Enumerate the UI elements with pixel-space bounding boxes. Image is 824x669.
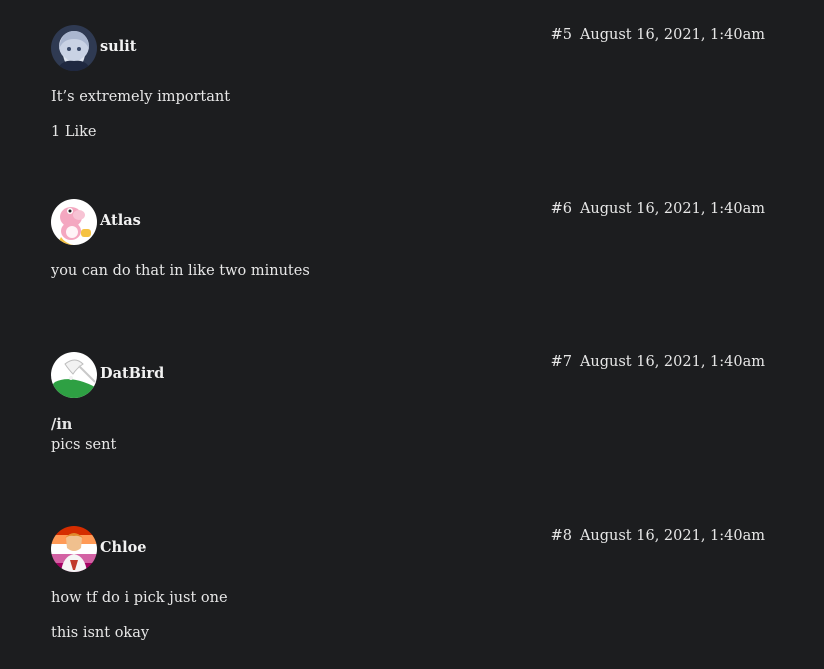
post-text: pics sent — [51, 437, 117, 454]
post-number[interactable]: #8 — [551, 528, 572, 544]
post-command: /in — [51, 416, 73, 433]
post-date[interactable]: August 16, 2021, 1:40am — [580, 201, 765, 217]
post-text: It’s extremely important — [51, 89, 231, 105]
post-body: how tf do i pick just one this isnt okay — [51, 588, 765, 644]
post-date[interactable]: August 16, 2021, 1:40am — [580, 27, 765, 43]
forum-thread: sulit #5 August 16, 2021, 1:40am It’s ext… — [0, 0, 824, 669]
post-date[interactable]: August 16, 2021, 1:40am — [580, 354, 765, 370]
post-number[interactable]: #6 — [551, 201, 572, 217]
pink-yoshi-avatar-icon[interactable] — [51, 199, 97, 245]
post-meta: #6 August 16, 2021, 1:40am — [551, 201, 765, 217]
post-text: how tf do i pick just one — [51, 590, 228, 606]
post-text: you can do that in like two minutes — [51, 263, 310, 279]
post-body: you can do that in like two minutes — [51, 261, 765, 282]
anime-character-avatar-icon[interactable] — [51, 25, 97, 71]
lesbian-flag-character-avatar-icon[interactable] — [51, 526, 97, 572]
username[interactable]: sulit — [100, 38, 136, 55]
post-number[interactable]: #5 — [551, 27, 572, 43]
post-7: DatBird #7 August 16, 2021, 1:40am /in pi… — [51, 352, 765, 456]
post-number[interactable]: #7 — [551, 354, 572, 370]
like-count[interactable]: 1 Like — [51, 122, 765, 143]
post-5: sulit #5 August 16, 2021, 1:40am It’s ext… — [51, 25, 765, 143]
post-meta: #7 August 16, 2021, 1:40am — [551, 354, 765, 370]
post-8: Chloe #8 August 16, 2021, 1:40am how tf d… — [51, 526, 765, 644]
post-body: It’s extremely important 1 Like — [51, 87, 765, 143]
post-meta: #5 August 16, 2021, 1:40am — [551, 27, 765, 43]
post-date[interactable]: August 16, 2021, 1:40am — [580, 528, 765, 544]
post-meta: #8 August 16, 2021, 1:40am — [551, 528, 765, 544]
post-body: /in pics sent — [51, 414, 765, 456]
post-header: Chloe #8 August 16, 2021, 1:40am — [51, 526, 765, 574]
post-header: Atlas #6 August 16, 2021, 1:40am — [51, 199, 765, 247]
username[interactable]: Chloe — [100, 539, 147, 556]
post-header: DatBird #7 August 16, 2021, 1:40am — [51, 352, 765, 400]
username[interactable]: Atlas — [100, 212, 141, 229]
username[interactable]: DatBird — [100, 365, 164, 382]
post-header: sulit #5 August 16, 2021, 1:40am — [51, 25, 765, 73]
post-text: this isnt okay — [51, 625, 150, 642]
post-6: Atlas #6 August 16, 2021, 1:40am you can … — [51, 199, 765, 282]
green-bird-avatar-icon[interactable] — [51, 352, 97, 398]
